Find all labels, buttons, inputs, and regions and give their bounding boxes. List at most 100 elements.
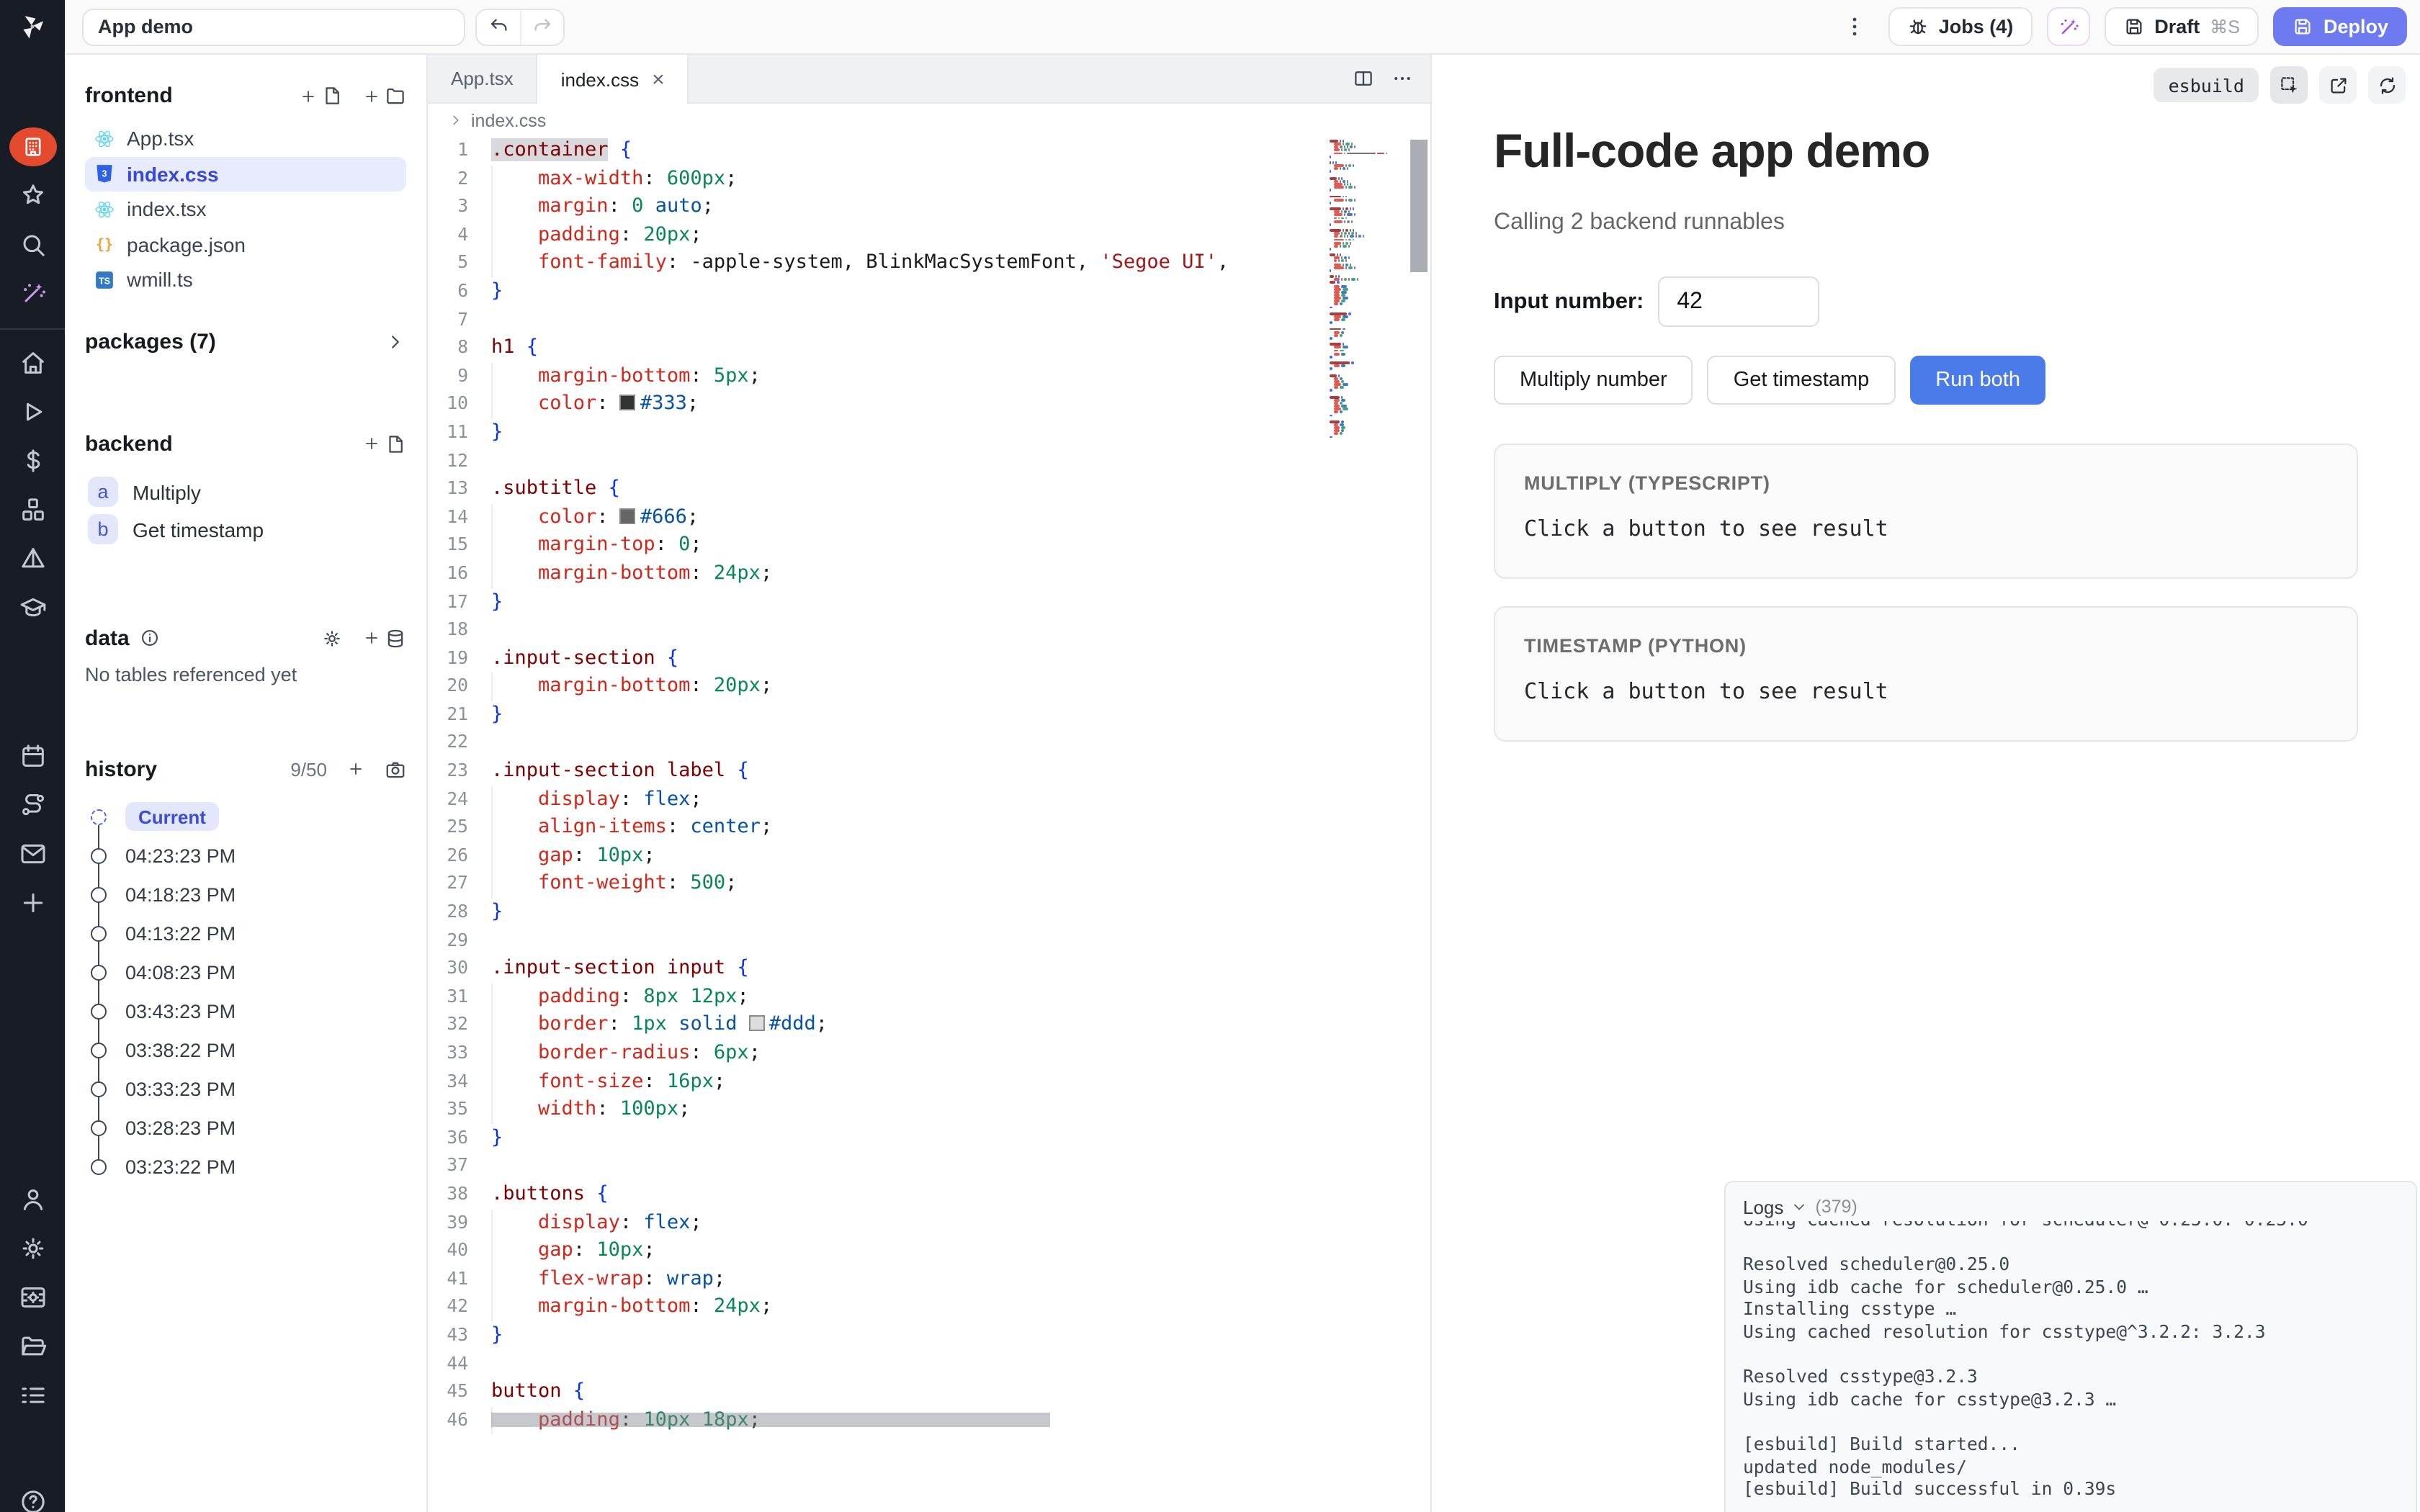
windmill-logo[interactable] (0, 0, 65, 54)
code-line-43: 43} (428, 1322, 1430, 1350)
rail-item-graduation-cap[interactable] (18, 593, 47, 622)
line-content: margin-bottom: 24px; (491, 1294, 772, 1322)
vertical-scrollbar-thumb[interactable] (1410, 140, 1428, 272)
open-preview-button[interactable] (2319, 66, 2357, 104)
logs-output[interactable]: Using cached resolution for scheduler@ 0… (1743, 1210, 2398, 1501)
breadcrumb-file[interactable]: index.css (471, 110, 546, 130)
jobs-button[interactable]: Jobs (4) (1888, 7, 2033, 46)
editor-more-button[interactable] (1392, 68, 1413, 89)
token: : (609, 1013, 632, 1036)
backend-item-multiply[interactable]: aMultiply (85, 473, 406, 510)
add-folder-button[interactable] (363, 85, 406, 107)
rail-item-star[interactable] (18, 181, 47, 210)
redo-button[interactable] (520, 9, 563, 44)
history-entry[interactable]: 04:23:23 PM (88, 836, 406, 875)
ts-file-icon: TS (94, 269, 115, 291)
rail-item-plus[interactable] (18, 888, 47, 917)
file-item-package.json[interactable]: {}package.json (85, 227, 406, 262)
split-editor-button[interactable] (1353, 68, 1374, 89)
camera-icon[interactable] (385, 758, 406, 780)
backend-section: backend aMultiplybGet timestamp (85, 431, 406, 548)
line-content: display: flex; (491, 786, 702, 814)
rail-item-folder[interactable] (18, 1332, 47, 1361)
history-entry[interactable]: 04:08:23 PM (88, 953, 406, 991)
logs-header[interactable]: Logs (379) (1743, 1192, 2398, 1221)
code-line-13: 13.subtitle { (428, 475, 1430, 503)
code-editor[interactable]: 1.container {2 max-width: 600px;3 margin… (428, 137, 1430, 1512)
file-item-index.tsx[interactable]: index.tsx (85, 192, 406, 227)
history-entry[interactable]: 04:13:22 PM (88, 914, 406, 953)
draft-button[interactable]: Draft ⌘S (2104, 7, 2259, 46)
tab-index.css[interactable]: index.css × (537, 55, 689, 104)
rail-item-person[interactable] (18, 1185, 47, 1214)
rail-item-wand[interactable] (18, 279, 47, 308)
history-entry[interactable]: 03:43:23 PM (88, 991, 406, 1030)
file-name: App.tsx (127, 127, 194, 150)
undo-button[interactable] (477, 9, 520, 44)
file-item-index.css[interactable]: 3index.css (85, 156, 406, 192)
tab-App.tsx[interactable]: App.tsx (428, 55, 537, 102)
history-entry[interactable]: 03:28:23 PM (88, 1108, 406, 1147)
history-section: history 9/50 Current04:23:23 PM04:18:23 … (85, 757, 406, 1186)
tab-label: index.css (561, 68, 639, 90)
rail-item-pyramid[interactable] (18, 544, 47, 573)
history-entry[interactable]: 03:23:22 PM (88, 1147, 406, 1186)
app-button-run-both[interactable]: Run both (1909, 356, 2046, 405)
horizontal-scrollbar-thumb[interactable] (491, 1413, 1050, 1427)
rail-item-list[interactable] (18, 1381, 47, 1410)
calendar-icon (18, 742, 47, 770)
history-entry[interactable]: 04:18:23 PM (88, 875, 406, 914)
result-card: TIMESTAMP (PYTHON)Click a button to see … (1494, 606, 2358, 742)
backend-item-get-timestamp[interactable]: bGet timestamp (85, 510, 406, 548)
rail-item-play[interactable] (18, 397, 47, 426)
packages-section[interactable]: packages (7) (85, 329, 406, 354)
rail-item-search[interactable] (18, 230, 47, 259)
number-input[interactable]: 42 (1658, 276, 1819, 327)
history-entry[interactable]: 03:33:23 PM (88, 1069, 406, 1108)
close-tab-icon[interactable]: × (652, 68, 665, 90)
token (491, 872, 538, 895)
workspace-button[interactable] (9, 127, 56, 166)
app-name-input[interactable]: App demo (82, 8, 465, 45)
rail-item-cubes[interactable] (18, 495, 47, 524)
token (491, 675, 538, 698)
rail-item-home[interactable] (18, 348, 47, 377)
log-line: Using cached resolution for csstype@^3.2… (1743, 1322, 2398, 1344)
file-item-wmill.ts[interactable]: TSwmill.ts (85, 262, 406, 297)
deploy-button[interactable]: Deploy (2273, 7, 2407, 46)
code-line-10: 10 color: #333; (428, 391, 1430, 419)
rail-item-help[interactable] (18, 1488, 47, 1512)
vertical-scrollbar[interactable] (1407, 137, 1430, 1512)
app-button-multiply-number[interactable]: Multiply number (1494, 356, 1693, 405)
token: : (596, 392, 620, 415)
token: ; (678, 1097, 690, 1120)
refresh-preview-button[interactable] (2368, 66, 2406, 104)
add-snapshot-button[interactable] (347, 760, 364, 778)
token: display (538, 1210, 620, 1233)
add-table-button[interactable] (363, 627, 406, 649)
token: ; (737, 985, 748, 1008)
app-button-get-timestamp[interactable]: Get timestamp (1708, 356, 1896, 405)
line-number: 4 (428, 222, 468, 250)
add-file-button[interactable] (300, 85, 343, 107)
code-line-29: 29 (428, 927, 1430, 955)
line-content: align-items: center; (491, 814, 772, 842)
rail-item-gear[interactable] (18, 1234, 47, 1263)
rail-item-mail[interactable] (18, 840, 47, 868)
add-runnable-button[interactable] (363, 433, 406, 454)
token: ; (725, 166, 737, 189)
minimap[interactable] (1330, 137, 1407, 1512)
rail-item-dev-box[interactable] (18, 1283, 47, 1312)
rail-item-route[interactable] (18, 791, 47, 819)
file-item-App.tsx[interactable]: App.tsx (85, 121, 406, 156)
data-settings-button[interactable] (321, 627, 343, 649)
rail-item-dollar[interactable] (18, 446, 47, 475)
ai-wand-button[interactable] (2046, 7, 2089, 46)
history-current[interactable]: Current (88, 797, 406, 836)
code-line-24: 24 display: flex; (428, 786, 1430, 814)
rail-item-calendar[interactable] (18, 742, 47, 770)
history-entry[interactable]: 03:38:22 PM (88, 1030, 406, 1069)
select-element-button[interactable] (2270, 66, 2308, 104)
more-menu-button[interactable] (1839, 8, 1871, 45)
svg-text:TS: TS (99, 276, 110, 286)
